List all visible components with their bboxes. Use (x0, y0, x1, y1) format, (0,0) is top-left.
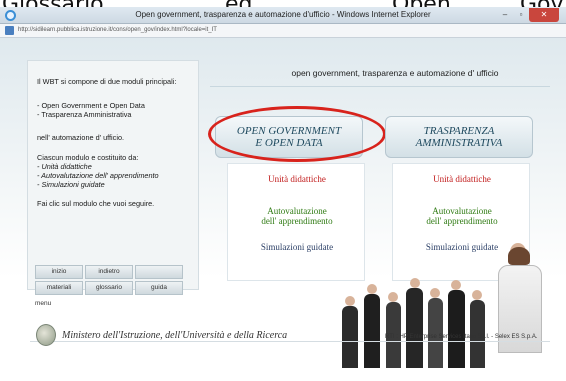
vendor-credit: RTI : HP Enterprise Services Italia S.r.… (385, 334, 538, 340)
intro-panel: Il WBT si compone di due moduli principa… (27, 60, 199, 290)
module-2-self-eval-line-1: Autovalutazione (432, 206, 492, 216)
nav-empty-button[interactable] (135, 265, 183, 279)
guida-button[interactable]: guida (135, 281, 183, 295)
intro-paragraph-1: Il WBT si compone di due moduli principa… (37, 77, 177, 86)
browser-window: Open government, trasparenza e automazio… (0, 7, 566, 381)
module-2-units-link[interactable]: Unità didattiche (393, 174, 531, 184)
intro-paragraph-4: Ciascun modulo e costituito da: (37, 153, 139, 162)
glossario-button[interactable]: glossario (85, 281, 133, 295)
page-header-text: open government, trasparenza e automazio… (291, 68, 499, 78)
intro-list-self-eval: - Autovalutazione dell' apprendimento (37, 171, 159, 180)
header-divider (210, 86, 550, 87)
italian-republic-emblem-icon (36, 324, 56, 346)
intro-cta: Fai clic sul modulo che vuoi seguire. (37, 199, 155, 208)
module-1-self-eval-line-2: dell' apprendimento (261, 216, 333, 226)
footer-divider (30, 341, 550, 342)
indietro-button[interactable]: indietro (85, 265, 133, 279)
intro-item-trasparenza: - Trasparenza Amministrativa (37, 110, 132, 119)
materiali-button[interactable]: materiali (35, 281, 83, 295)
module-2-title-line-1: TRASPARENZA (423, 125, 495, 137)
navigation-grid: inizio indietro materiali glossario guid… (35, 265, 185, 313)
maximize-button[interactable]: ▫ (513, 8, 529, 22)
close-button[interactable]: ✕ (529, 8, 559, 22)
page-content: Il WBT si compone di due moduli principa… (0, 38, 566, 381)
module-trasparenza-button[interactable]: TRASPARENZA AMMINISTRATIVA (385, 116, 533, 158)
intro-list-sims: - Simulazioni guidate (37, 180, 105, 189)
intro-list-units: - Unità didattiche (37, 162, 92, 171)
module-2-self-eval-line-2: dell' apprendimento (426, 216, 498, 226)
menu-label: menu (35, 300, 52, 307)
highlight-circle (208, 106, 386, 162)
minimize-button[interactable]: – (497, 8, 513, 22)
window-title: Open government, trasparenza e automazio… (135, 10, 431, 19)
intro-paragraph-3: nell' automazione d' ufficio. (37, 133, 125, 142)
inizio-button[interactable]: inizio (35, 265, 83, 279)
ministry-name: Ministero dell'Istruzione, dell'Universi… (62, 330, 288, 341)
module-2-title-line-2: AMMINISTRATIVA (415, 137, 503, 149)
page-icon (5, 26, 14, 35)
intro-item-open-gov: - Open Government e Open Data (37, 101, 145, 110)
address-bar[interactable]: http://sidilearn.pubblica.istruzione.it/… (0, 24, 566, 38)
module-1-units-link[interactable]: Unità didattiche (228, 174, 366, 184)
module-1-self-eval-line-1: Autovalutazione (267, 206, 327, 216)
module-1-self-eval-link[interactable]: Autovalutazione dell' apprendimento (228, 206, 366, 226)
module-2-self-eval-link[interactable]: Autovalutazione dell' apprendimento (393, 206, 531, 226)
url-text[interactable]: http://sidilearn.pubblica.istruzione.it/… (18, 27, 217, 33)
title-bar: Open government, trasparenza e automazio… (0, 7, 566, 24)
